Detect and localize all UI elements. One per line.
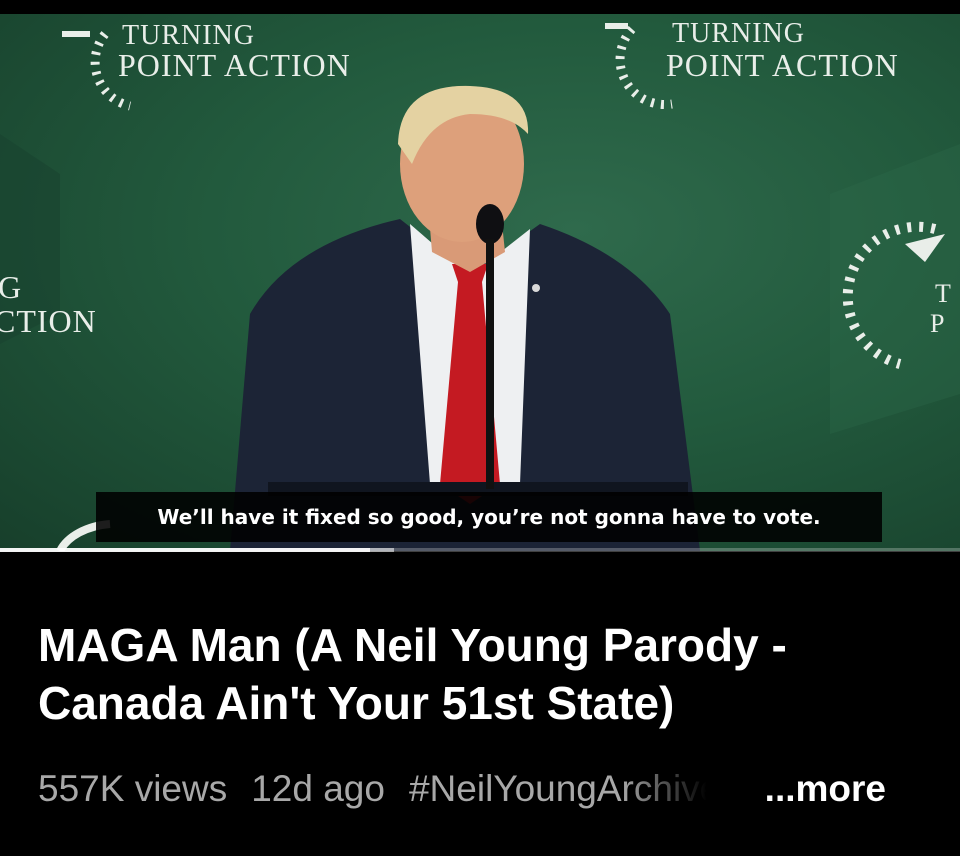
svg-text:P: P xyxy=(930,309,945,338)
hashtag-fade xyxy=(620,764,711,814)
backdrop-logo-right: TURNING POINT ACTION xyxy=(605,18,899,110)
svg-text:G: G xyxy=(0,269,22,305)
backdrop-logo-left: TURNING POINT ACTION xyxy=(62,20,351,111)
upload-age: 12d ago xyxy=(251,768,385,809)
speaker-figure xyxy=(230,85,700,551)
progress-played xyxy=(0,548,370,552)
video-player[interactable]: TURNING POINT ACTION TURNING POINT ACTIO… xyxy=(0,14,960,551)
svg-text:CTION: CTION xyxy=(0,303,97,339)
video-frame: TURNING POINT ACTION TURNING POINT ACTIO… xyxy=(0,18,960,551)
video-watch-page: TURNING POINT ACTION TURNING POINT ACTIO… xyxy=(0,0,960,856)
hashtag-container[interactable]: #NeilYoungArchives xyxy=(409,764,711,814)
svg-text:T: T xyxy=(935,279,952,308)
video-meta[interactable]: 557K views 12d ago #NeilYoungArchives ...m… xyxy=(38,764,928,814)
svg-text:TURNING: TURNING xyxy=(672,18,805,49)
svg-text:POINT ACTION: POINT ACTION xyxy=(666,47,899,83)
video-progress-bar[interactable] xyxy=(0,548,960,552)
video-title[interactable]: MAGA Man (A Neil Young Parody - Canada A… xyxy=(38,616,928,732)
view-count: 557K views xyxy=(38,768,228,809)
svg-text:POINT ACTION: POINT ACTION xyxy=(118,47,351,83)
video-caption: We’ll have it fixed so good, you’re not … xyxy=(96,492,882,542)
more-button[interactable]: ...more xyxy=(765,764,886,814)
